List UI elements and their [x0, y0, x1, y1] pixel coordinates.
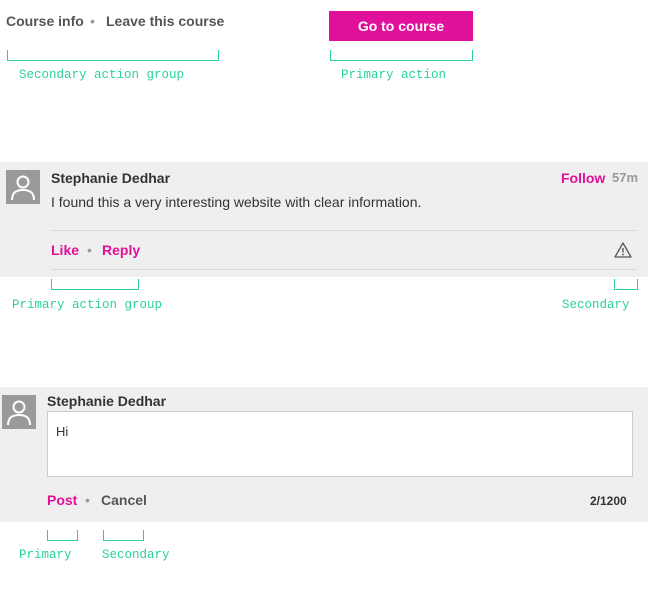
annotation-label: Secondary: [562, 298, 630, 312]
annotation-bracket: [103, 530, 144, 541]
annotation-bracket: [47, 530, 78, 541]
separator-dot: •: [85, 492, 90, 508]
reply-textarea[interactable]: Hi: [47, 411, 633, 477]
annotation-bracket: [614, 279, 638, 290]
annotation-bracket: [51, 279, 139, 290]
annotation-label: Primary: [19, 548, 72, 562]
reply-link[interactable]: Reply: [102, 242, 140, 258]
user-avatar-icon: [2, 395, 36, 429]
leave-course-link[interactable]: Leave this course: [106, 13, 224, 29]
like-link[interactable]: Like: [51, 242, 79, 258]
follow-link[interactable]: Follow: [561, 170, 605, 186]
separator-dot: •: [90, 13, 95, 29]
course-info-link[interactable]: Course info: [6, 13, 84, 29]
comment-text: I found this a very interesting website …: [51, 194, 422, 210]
reply-composer-panel: Stephanie Dedhar Hi Post • Cancel 2/1200: [0, 387, 648, 522]
annotation-label: Secondary: [102, 548, 170, 562]
annotation-bracket: [7, 50, 219, 61]
annotation-label: Primary action: [341, 68, 447, 82]
separator-dot: •: [87, 242, 92, 258]
post-link[interactable]: Post: [47, 492, 77, 508]
warning-triangle-icon[interactable]: [614, 242, 632, 258]
comment-author: Stephanie Dedhar: [51, 170, 171, 186]
character-counter: 2/1200: [590, 494, 627, 508]
annotation-bracket: [330, 50, 473, 61]
cancel-link[interactable]: Cancel: [101, 492, 147, 508]
go-to-course-button[interactable]: Go to course: [329, 11, 473, 41]
annotation-label: Primary action group: [12, 298, 163, 312]
comment-panel: Stephanie Dedhar Follow 57m I found this…: [0, 162, 648, 277]
textarea-value: Hi: [56, 424, 69, 439]
divider: [51, 230, 637, 231]
comment-timestamp: 57m: [612, 170, 639, 185]
annotation-label: Secondary action group: [19, 68, 185, 82]
composer-author: Stephanie Dedhar: [47, 393, 167, 409]
user-avatar-icon: [6, 170, 40, 204]
divider: [51, 269, 637, 270]
